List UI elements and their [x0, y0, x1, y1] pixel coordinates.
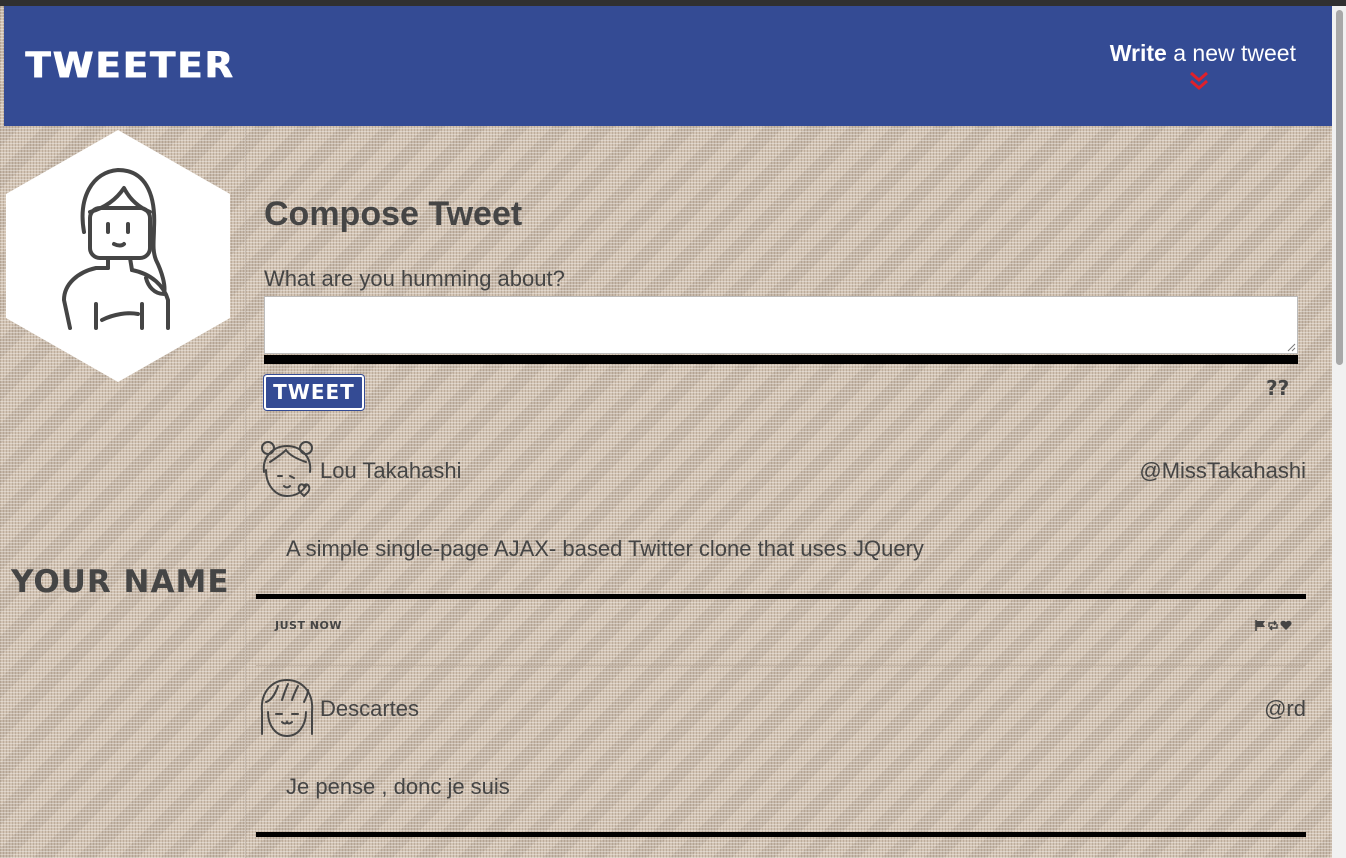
tweet-actions	[1255, 620, 1292, 631]
write-rest-text: a new tweet	[1166, 40, 1296, 66]
profile-sidebar: YOUR NAME	[4, 126, 244, 858]
tweet-submit-button[interactable]: TWEET	[264, 375, 364, 410]
compose-underline	[264, 355, 1298, 364]
profile-avatar-hexagon	[6, 130, 230, 382]
tweet-author-name: Lou Takahashi	[320, 458, 462, 483]
resize-handle-icon[interactable]	[1287, 343, 1296, 352]
retweet-icon[interactable]	[1267, 620, 1279, 631]
brand-logo[interactable]: TWEETER	[25, 45, 235, 86]
tweet-text: Je pense , donc je suis	[286, 774, 510, 799]
heart-icon[interactable]	[1280, 620, 1292, 631]
tweet-author-handle: @rd	[1264, 696, 1306, 721]
boy-avatar-icon	[260, 678, 314, 738]
compose-label: What are you humming about?	[264, 266, 565, 291]
char-counter: ??	[1266, 376, 1290, 400]
tweet-card: Descartes @rd Je pense , donc je suis	[256, 676, 1306, 858]
top-nav: TWEETER Write a new tweet	[4, 6, 1332, 126]
tweet-divider	[256, 832, 1306, 837]
compose-textarea[interactable]	[264, 296, 1298, 354]
tweet-author-handle: @MissTakahashi	[1139, 458, 1306, 483]
double-chevron-down-icon[interactable]	[1187, 70, 1211, 92]
tweet-divider	[256, 594, 1306, 599]
compose-title: Compose Tweet	[264, 195, 523, 233]
tweet-separator	[256, 665, 1306, 666]
flag-icon[interactable]	[1255, 620, 1266, 631]
girl-avatar-icon	[261, 441, 313, 498]
write-new-tweet-link[interactable]: Write a new tweet	[1110, 40, 1296, 67]
scrollbar-thumb[interactable]	[1336, 10, 1343, 365]
write-bold-text: Write	[1109, 40, 1167, 66]
profile-name: YOUR NAME	[11, 564, 230, 600]
tweet-card: Lou Takahashi @MissTakahashi A simple si…	[256, 438, 1306, 666]
tweet-text: A simple single-page AJAX- based Twitter…	[286, 536, 924, 561]
tweet-timestamp: JUST NOW	[275, 619, 342, 632]
tweet-author-name: Descartes	[320, 696, 420, 721]
